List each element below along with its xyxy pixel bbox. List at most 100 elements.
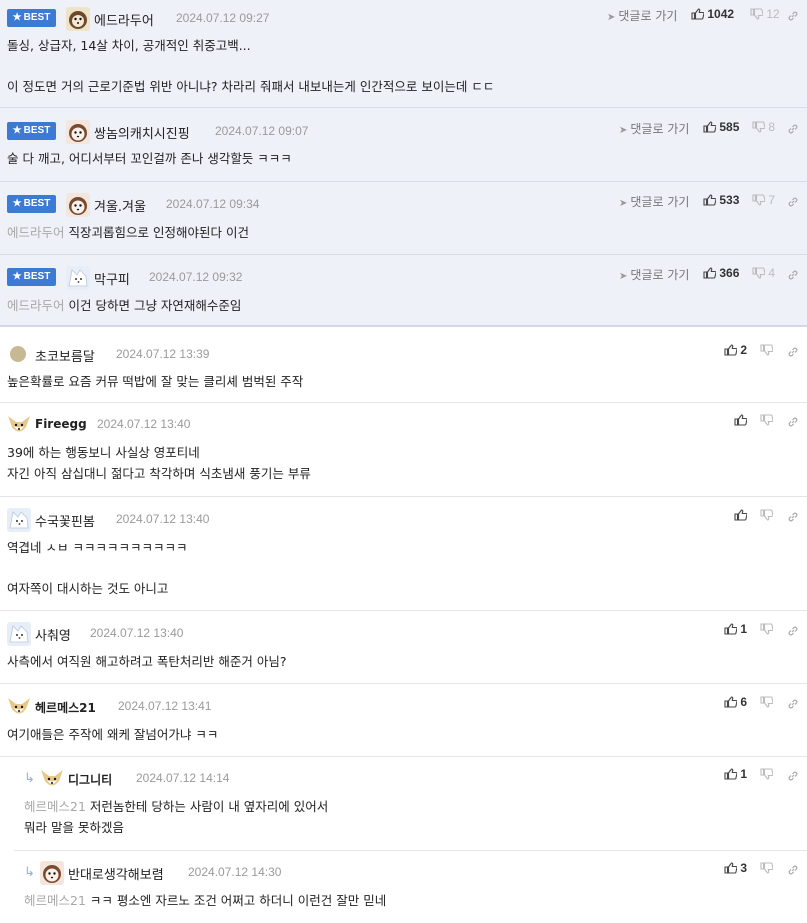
comment-text: 돌싱, 상급자, 14살 차이, 공개적인 취중고백... xyxy=(7,38,251,53)
reply-go-link[interactable]: ➤ 댓글로 가기 xyxy=(619,266,689,283)
best-badge: ★ BEST xyxy=(7,9,56,27)
reply-go-link[interactable]: ➤ 댓글로 가기 xyxy=(607,7,677,24)
downvote-button[interactable] xyxy=(760,508,774,522)
upvote-button[interactable]: 585 xyxy=(703,120,739,134)
upvote-button[interactable]: 2 xyxy=(724,343,747,357)
mention[interactable]: 에드라두어 xyxy=(7,298,65,313)
upvote-button[interactable]: 366 xyxy=(703,266,739,280)
nickname[interactable]: 헤르메스21 xyxy=(35,699,96,716)
downvote-button[interactable] xyxy=(760,861,774,875)
downvote-button[interactable]: 7 xyxy=(752,193,775,207)
nickname[interactable]: Fireegg xyxy=(35,417,87,431)
nickname[interactable]: 디그니티 xyxy=(68,771,112,788)
comment-date: 2024.07.12 13:40 xyxy=(97,417,191,431)
best-comment: ★ BEST 에드라두어 2024.07.12 09:27 ➤ 댓글로 가기 104… xyxy=(0,0,807,108)
downvote-button[interactable]: 8 xyxy=(752,120,775,134)
downvote-button[interactable]: 12 xyxy=(750,7,780,21)
downvote-button[interactable] xyxy=(760,622,774,636)
best-comment: ★ BEST 겨울.겨울 2024.07.12 09:34 ➤ 댓글로 가기 533… xyxy=(0,182,807,255)
nickname[interactable]: 반대로생각해보렴 xyxy=(68,864,164,883)
downvote-button[interactable]: 4 xyxy=(752,266,775,280)
avatar[interactable] xyxy=(66,120,90,144)
best-badge: ★ BEST xyxy=(7,195,56,213)
downvote-button[interactable] xyxy=(760,413,774,427)
nickname[interactable]: 수국꽃핀봄 xyxy=(35,511,95,530)
avatar[interactable] xyxy=(40,861,64,885)
upvote-count: 366 xyxy=(719,266,740,280)
reply-go-link[interactable]: ➤ 댓글로 가기 xyxy=(619,120,689,137)
upvote-button[interactable]: 533 xyxy=(703,193,739,207)
avatar[interactable] xyxy=(7,622,31,646)
upvote-button[interactable]: 1 xyxy=(724,767,747,781)
reply-comment: ↳ 디그니티 2024.07.12 14:14 1 헤르메스21 저런놈한테 당하… xyxy=(14,757,807,851)
link-icon[interactable] xyxy=(787,345,799,357)
upvote-button[interactable]: 3 xyxy=(724,861,747,875)
comment-date: 2024.07.12 13:41 xyxy=(118,699,212,713)
comment-text: 여자쪽이 대시하는 것도 아니고 xyxy=(7,581,169,596)
thumbs-up-icon xyxy=(734,509,748,521)
link-icon[interactable] xyxy=(787,195,799,207)
comment-text: 사측에서 여직원 해고하려고 폭탄처리반 해준거 아님? xyxy=(7,654,287,669)
avatar[interactable] xyxy=(7,413,31,437)
thumbs-down-icon xyxy=(752,121,766,133)
comment-date: 2024.07.12 13:39 xyxy=(116,347,210,361)
upvote-count: 6 xyxy=(740,695,748,709)
downvote-count: 4 xyxy=(768,266,776,280)
best-badge: ★ BEST xyxy=(7,122,56,140)
link-icon[interactable] xyxy=(787,415,799,427)
upvote-button[interactable]: 6 xyxy=(724,695,747,709)
thumbs-up-icon xyxy=(691,8,705,20)
reply-arrow-icon: ↳ xyxy=(24,771,35,786)
link-icon[interactable] xyxy=(787,122,799,134)
upvote-count: 3 xyxy=(740,861,748,875)
link-icon[interactable] xyxy=(787,9,799,21)
send-arrow-icon: ➤ xyxy=(619,198,628,209)
link-icon[interactable] xyxy=(787,268,799,280)
link-icon[interactable] xyxy=(787,624,799,636)
mention[interactable]: 에드라두어 xyxy=(7,225,65,240)
link-icon[interactable] xyxy=(787,769,799,781)
upvote-button[interactable]: 1 xyxy=(724,622,747,636)
nickname[interactable]: 쌍놈의캐치시진핑 xyxy=(94,123,190,142)
downvote-button[interactable] xyxy=(760,343,774,357)
upvote-count: 1 xyxy=(740,767,748,781)
comment: 수국꽃핀봄 2024.07.12 13:40 역겹네 ㅅㅂ ㅋㅋㅋㅋㅋㅋㅋㅋㅋㅋ… xyxy=(0,497,807,611)
reply-arrow-icon: ↳ xyxy=(24,865,35,880)
nickname[interactable]: 막구피 xyxy=(94,269,130,288)
upvote-button[interactable] xyxy=(734,508,748,522)
avatar[interactable] xyxy=(7,695,31,719)
nickname[interactable]: 초코보름달 xyxy=(35,346,95,365)
comment-text: 여기애들은 주작에 왜케 잘넘어가냐 ㅋㅋ xyxy=(7,727,219,742)
upvote-count: 2 xyxy=(740,343,748,357)
avatar[interactable] xyxy=(66,193,90,217)
nickname[interactable]: 에드라두어 xyxy=(94,10,154,29)
avatar[interactable] xyxy=(10,346,26,362)
comment-text: 뭐라 말을 못하겠음 xyxy=(24,820,124,835)
avatar[interactable] xyxy=(7,508,31,532)
upvote-count: 1 xyxy=(740,622,748,636)
upvote-button[interactable]: 1042 xyxy=(691,7,734,21)
nickname[interactable]: 사춰영 xyxy=(35,625,71,644)
avatar[interactable] xyxy=(66,7,90,31)
avatar[interactable] xyxy=(66,266,90,290)
mention[interactable]: 헤르메스21 xyxy=(24,893,86,908)
best-comment: ★ BEST 막구피 2024.07.12 09:32 ➤ 댓글로 가기 366 4… xyxy=(0,255,807,327)
mention[interactable]: 헤르메스21 xyxy=(24,799,86,814)
link-icon[interactable] xyxy=(787,863,799,875)
downvote-button[interactable] xyxy=(760,767,774,781)
upvote-button[interactable] xyxy=(734,413,748,427)
link-icon[interactable] xyxy=(787,510,799,522)
thumbs-down-icon xyxy=(752,267,766,279)
downvote-button[interactable] xyxy=(760,695,774,709)
star-icon: ★ xyxy=(12,198,22,209)
avatar[interactable] xyxy=(40,767,64,791)
comment-text: 술 다 깨고, 어디서부터 꼬인걸까 존나 생각할듯 ㅋㅋㅋ xyxy=(7,151,292,166)
reply-go-link[interactable]: ➤ 댓글로 가기 xyxy=(619,193,689,210)
thumbs-down-icon xyxy=(760,509,774,521)
comment-date: 2024.07.12 14:30 xyxy=(188,865,282,879)
link-icon[interactable] xyxy=(787,697,799,709)
thumbs-down-icon xyxy=(760,414,774,426)
thumbs-down-icon xyxy=(750,8,764,20)
thumbs-up-icon xyxy=(724,768,738,780)
nickname[interactable]: 겨울.겨울 xyxy=(94,196,146,215)
